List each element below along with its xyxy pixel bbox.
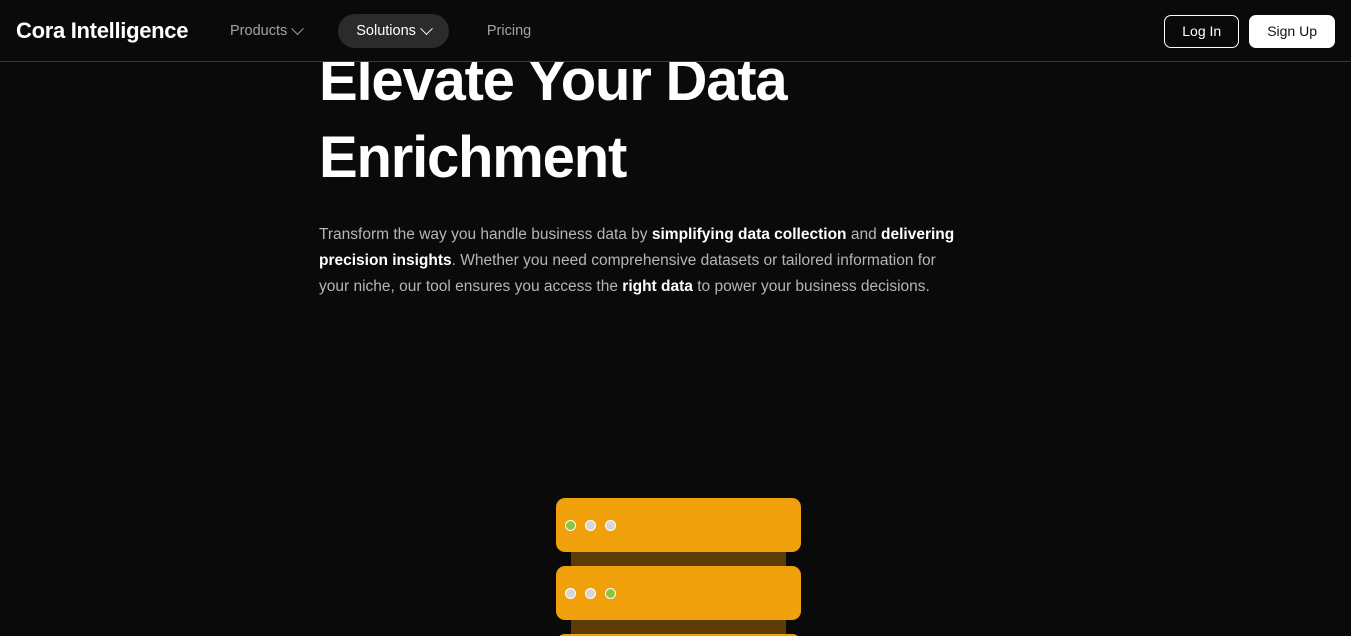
hero-section: Elevate Your Data Enrichment Transform t… xyxy=(0,62,1351,636)
chevron-down-icon xyxy=(291,21,305,35)
status-led-grey xyxy=(605,519,616,531)
nav-item-pricing-label: Pricing xyxy=(486,23,532,39)
hero-description: Transform the way you handle business da… xyxy=(319,222,964,300)
hero-description-strong-1: simplifying data collection xyxy=(651,226,847,243)
page-title-line-2: Enrichment xyxy=(319,125,627,190)
nav-item-pricing[interactable]: Pricing xyxy=(475,15,543,47)
nav-item-products[interactable]: Products xyxy=(218,15,314,47)
nav-item-solutions-label: Solutions xyxy=(356,23,416,39)
nav-item-products-label: Products xyxy=(230,23,288,39)
nav-item-solutions[interactable]: Solutions xyxy=(338,14,449,48)
login-button[interactable]: Log In xyxy=(1164,15,1240,48)
hero-description-part-4: to power your business decisions. xyxy=(692,278,930,295)
brand-logo[interactable]: Cora Intelligence xyxy=(16,18,188,44)
hero-content: Elevate Your Data Enrichment Transform t… xyxy=(319,62,1019,300)
primary-nav-links: Products Solutions Pricing xyxy=(218,0,543,62)
server-bar-row-1 xyxy=(556,498,801,552)
chevron-down-icon xyxy=(420,21,433,35)
status-led-grey xyxy=(585,519,596,531)
top-navigation-bar: Cora Intelligence Products Solutions Pri… xyxy=(0,0,1351,62)
status-led-grey xyxy=(585,587,596,599)
signup-button[interactable]: Sign Up xyxy=(1249,15,1335,48)
page-title-line-1: Elevate Your Data xyxy=(319,62,788,113)
hero-description-part-1: Transform the way you handle business da… xyxy=(319,226,652,243)
nav-action-buttons: Log In Sign Up xyxy=(1164,15,1335,48)
server-stack-illustration xyxy=(556,498,801,636)
status-led-grey xyxy=(565,587,576,599)
status-led-green xyxy=(605,587,616,599)
status-led-green xyxy=(565,519,576,531)
page-title: Elevate Your Data Enrichment xyxy=(319,62,1019,196)
server-bar-row-2 xyxy=(556,566,801,620)
hero-description-strong-3: right data xyxy=(622,278,693,295)
hero-description-part-2: and xyxy=(846,226,881,243)
